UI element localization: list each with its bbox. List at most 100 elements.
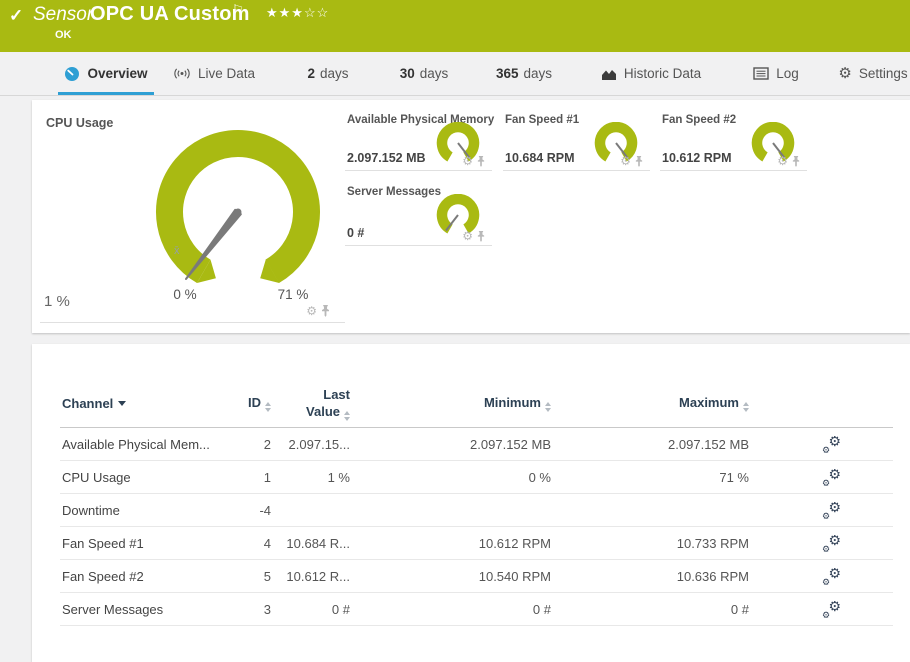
- gauges-panel: CPU Usage x̄ 0 % 71 % 1 % ⚙ Available Ph…: [32, 100, 910, 333]
- cell-maximum: 10.733 RPM: [676, 535, 749, 551]
- flag-icon[interactable]: ⚐: [232, 2, 244, 18]
- gauge-avg-marker: x̄: [174, 245, 180, 257]
- table-header-row: Channel ID Last Value Minimum Maximum: [60, 380, 893, 428]
- cell-channel[interactable]: Downtime: [60, 503, 212, 518]
- gauge-settings-icon[interactable]: ⚙: [462, 155, 473, 167]
- tab-historic-data[interactable]: Historic Data: [596, 52, 706, 95]
- gauge-current-value: 2.097.152 MB: [347, 151, 426, 165]
- tab-2-days[interactable]: 2 days: [300, 52, 356, 95]
- channel-settings-icon[interactable]: ⚙ ⚙: [822, 601, 841, 618]
- gauge-cell-fan1[interactable]: Fan Speed #1 10.684 RPM ⚙: [503, 100, 650, 171]
- tab-label: Live Data: [197, 66, 256, 81]
- column-header-label: Last: [323, 386, 350, 402]
- priority-stars[interactable]: ★★★☆☆: [266, 5, 329, 21]
- column-header-label: Maximum: [679, 395, 739, 410]
- cell-last-value: 10.612 R...: [286, 568, 350, 584]
- cell-channel[interactable]: CPU Usage: [60, 470, 212, 485]
- status-check-icon: ✓: [9, 6, 24, 25]
- cell-channel[interactable]: Server Messages: [60, 602, 212, 617]
- pin-icon[interactable]: [320, 304, 331, 317]
- column-header-id[interactable]: ID: [212, 395, 273, 412]
- table-row[interactable]: Server Messages 3 0 # 0 # 0 # ⚙ ⚙: [60, 593, 893, 626]
- column-header-label: Channel: [62, 396, 114, 411]
- log-icon: [753, 67, 769, 80]
- cell-minimum: 2.097.152 MB: [470, 436, 551, 452]
- stars-empty[interactable]: ☆☆: [304, 5, 329, 20]
- sort-desc-icon: [118, 401, 127, 406]
- cpu-gauge-chart: x̄ 0 % 71 %: [156, 130, 320, 302]
- sort-icon: [344, 411, 350, 422]
- tab-overview[interactable]: Overview: [58, 52, 154, 95]
- cell-last-value: 10.684 R...: [286, 535, 350, 551]
- column-header-maximum[interactable]: Maximum: [553, 395, 751, 412]
- pin-icon[interactable]: [476, 230, 486, 242]
- gauge-title: CPU Usage: [46, 116, 114, 130]
- table-row[interactable]: CPU Usage 1 1 % 0 % 71 % ⚙ ⚙: [60, 461, 893, 494]
- column-header-last-value[interactable]: Last Value: [273, 386, 352, 422]
- cell-channel[interactable]: Fan Speed #1: [60, 536, 212, 551]
- channel-settings-icon[interactable]: ⚙ ⚙: [822, 469, 841, 486]
- gauge-settings-icon[interactable]: ⚙: [462, 230, 473, 242]
- column-header-channel[interactable]: Channel: [60, 396, 212, 411]
- cell-maximum: 2.097.152 MB: [668, 436, 749, 452]
- tab-label: Log: [776, 66, 799, 81]
- tab-label: days: [419, 66, 449, 81]
- gauge-settings-icon[interactable]: ⚙: [306, 305, 317, 317]
- tab-settings[interactable]: ⚙ Settings: [836, 52, 910, 95]
- gauge-cell-memory[interactable]: Available Physical Memory 2.097.152 MB ⚙: [345, 100, 494, 171]
- gauge-cell-server-messages[interactable]: Server Messages 0 # ⚙: [345, 172, 492, 246]
- tab-log[interactable]: Log: [746, 52, 806, 95]
- channel-table-panel: Channel ID Last Value Minimum Maximum Av…: [32, 344, 910, 662]
- gauge-settings-icon[interactable]: ⚙: [620, 155, 631, 167]
- gauge-title: Fan Speed #2: [662, 114, 737, 126]
- cell-id: 1: [263, 469, 271, 485]
- tab-number: 30: [399, 66, 415, 81]
- tab-30-days[interactable]: 30 days: [392, 52, 456, 95]
- channel-settings-icon[interactable]: ⚙ ⚙: [822, 436, 841, 453]
- column-header-label: ID: [248, 395, 261, 410]
- tab-label: days: [523, 66, 553, 81]
- gauge-cell-cpu-usage[interactable]: CPU Usage x̄ 0 % 71 % 1 % ⚙: [40, 100, 345, 323]
- gear-icon: ⚙: [838, 65, 852, 82]
- cell-last-value: 0 #: [331, 601, 350, 617]
- gauge-current-value: 1 %: [44, 293, 70, 310]
- tab-live-data[interactable]: Live Data: [170, 52, 258, 95]
- sensor-header: ✓ Sensor OPC UA Custom ⚐ ★★★☆☆ OK: [0, 0, 910, 52]
- tab-label: Historic Data: [623, 66, 702, 81]
- column-header-minimum[interactable]: Minimum: [352, 395, 553, 412]
- table-row[interactable]: Fan Speed #1 4 10.684 R... 10.612 RPM 10…: [60, 527, 893, 560]
- gauge-cell-fan2[interactable]: Fan Speed #2 10.612 RPM ⚙: [660, 100, 807, 171]
- stars-filled[interactable]: ★★★: [266, 5, 304, 20]
- channel-settings-icon[interactable]: ⚙ ⚙: [822, 502, 841, 519]
- status-badge: OK: [55, 29, 72, 41]
- gauge-current-value: 0 #: [347, 226, 365, 240]
- channel-settings-icon[interactable]: ⚙ ⚙: [822, 568, 841, 585]
- tab-label: days: [319, 66, 349, 81]
- table-row[interactable]: Available Physical Mem... 2 2.097.15... …: [60, 428, 893, 461]
- gauge-icon: [65, 66, 80, 81]
- channel-settings-icon[interactable]: ⚙ ⚙: [822, 535, 841, 552]
- cell-id: 2: [263, 436, 271, 452]
- pin-icon[interactable]: [476, 155, 486, 167]
- pin-icon[interactable]: [634, 155, 644, 167]
- cell-channel[interactable]: Fan Speed #2: [60, 569, 212, 584]
- sort-icon: [265, 402, 271, 412]
- cell-id: 5: [263, 568, 271, 584]
- tab-365-days[interactable]: 365 days: [488, 52, 560, 95]
- cell-minimum: 0 #: [532, 601, 551, 617]
- table-row[interactable]: Fan Speed #2 5 10.612 R... 10.540 RPM 10…: [60, 560, 893, 593]
- cell-maximum: 10.636 RPM: [676, 568, 749, 584]
- gauge-max-label: 71 %: [278, 287, 309, 302]
- cell-channel[interactable]: Available Physical Mem...: [60, 437, 212, 452]
- cell-minimum: 10.612 RPM: [478, 535, 551, 551]
- gauge-settings-icon[interactable]: ⚙: [777, 155, 788, 167]
- gauge-title: Server Messages: [347, 186, 441, 198]
- sort-icon: [545, 402, 551, 412]
- pin-icon[interactable]: [791, 155, 801, 167]
- column-header-label: Minimum: [483, 395, 541, 410]
- tab-number: 2: [307, 66, 315, 81]
- column-header-label: Value: [306, 404, 340, 420]
- cell-last-value: 1 %: [327, 469, 350, 485]
- table-row[interactable]: Downtime -4 ⚙ ⚙: [60, 494, 893, 527]
- gauge-current-value: 10.684 RPM: [505, 151, 575, 165]
